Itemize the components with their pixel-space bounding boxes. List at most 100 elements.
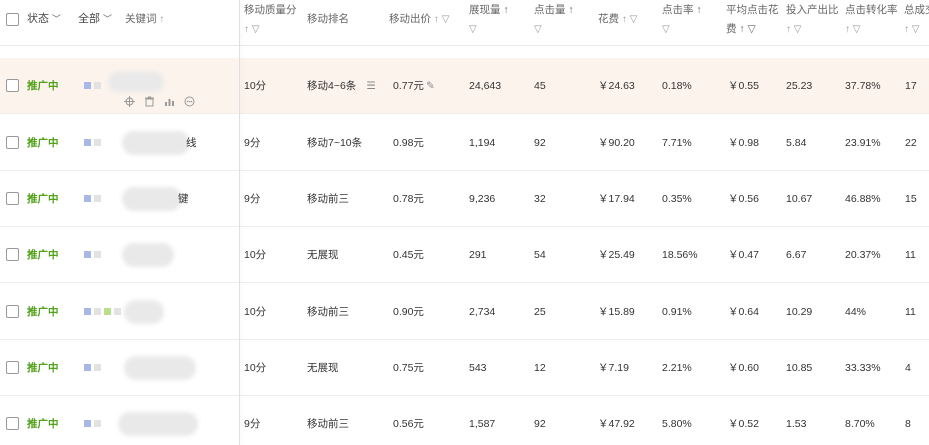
row-checkbox[interactable]	[6, 248, 19, 261]
row-checkbox[interactable]	[6, 361, 19, 374]
mobile-rank-value: 移动4~6条	[307, 80, 357, 92]
sort-up-icon: ↑	[156, 14, 165, 25]
ctr: 0.18%	[662, 80, 692, 92]
sort-filter-icons[interactable]: ↑ ▽	[244, 22, 297, 37]
avg-cpc: ￥0.47	[728, 249, 759, 261]
mobile-bid[interactable]: 0.78元	[393, 171, 424, 227]
conversion-rate-header[interactable]: 点击转化率 ↑ ▽	[845, 3, 898, 37]
sort-filter-icons[interactable]: ↑ ▽	[845, 22, 898, 37]
total-deals: 8	[905, 418, 911, 430]
status-filter-dropdown[interactable]: 状态 ﹀	[27, 12, 61, 27]
avg-cpc: ￥0.52	[728, 418, 759, 430]
total-deals: 4	[905, 362, 911, 374]
clicks: 32	[534, 193, 546, 205]
table-row[interactable]: 推广中 线 9分 移动7~10条 0.98元 1,194 92 ￥90.20 7…	[0, 115, 929, 171]
more-icon[interactable]	[184, 96, 195, 107]
roi: 6.67	[786, 249, 807, 261]
cost: ￥47.92	[598, 418, 635, 430]
frozen-column-divider	[239, 0, 240, 445]
cost: ￥25.49	[598, 249, 635, 261]
mobile-bid[interactable]: 0.90元	[393, 284, 424, 340]
roi-header[interactable]: 投入产出比 ↑ ▽	[786, 3, 839, 37]
ctr: 2.21%	[662, 362, 692, 374]
impressions: 9,236	[469, 193, 496, 205]
list-icon[interactable]: ☰	[366, 80, 375, 92]
avg-cpc: ￥0.98	[728, 137, 759, 149]
quality-score: 9分	[244, 193, 261, 205]
sort-filter-icons[interactable]: ↑ ▽	[434, 14, 449, 25]
table-row[interactable]: 推广中 10分 移动4~6条 ☰ 0.77元 ✎ 24,643 45 ￥24.63 …	[0, 58, 929, 114]
table-row[interactable]: 推广中 9分 移动前三 0.56元 1,587 92 ￥47.92 5.80% …	[0, 396, 929, 445]
keyword-text-redacted	[108, 72, 164, 92]
row-checkbox[interactable]	[6, 136, 19, 149]
header-label: 点击转化率	[845, 4, 898, 16]
avg-cpc: ￥0.60	[728, 362, 759, 374]
conversion-rate: 23.91%	[845, 137, 881, 149]
tag-marker	[84, 195, 91, 202]
conversion-rate: 33.33%	[845, 362, 881, 374]
quality-score: 9分	[244, 418, 261, 430]
row-checkbox[interactable]	[6, 305, 19, 318]
impressions-header[interactable]: 展现量 ↑ ▽	[469, 3, 509, 37]
mobile-bid[interactable]: 0.98元	[393, 115, 424, 171]
keyword-text-redacted	[124, 356, 196, 380]
mobile-bid[interactable]: 0.45元	[393, 227, 424, 283]
mobile-rank: 移动前三	[307, 418, 349, 430]
all-filter-dropdown[interactable]: 全部 ﹀	[78, 12, 112, 27]
filter-icon[interactable]: ▽	[469, 22, 509, 37]
mobile-bid-header[interactable]: 移动出价 ↑ ▽	[389, 12, 449, 27]
total-deals-header[interactable]: 总成交 ↑ ▽	[904, 3, 929, 37]
status-filter-label: 状态	[27, 13, 49, 25]
quality-score: 9分	[244, 137, 261, 149]
row-checkbox[interactable]	[6, 192, 19, 205]
roi: 10.67	[786, 193, 813, 205]
sort-filter-icons[interactable]: ↑ ▽	[786, 22, 839, 37]
impressions: 1,587	[469, 418, 496, 430]
target-icon[interactable]	[124, 96, 135, 107]
clicks-header[interactable]: 点击量 ↑ ▽	[534, 3, 574, 37]
header-label: 点击率 ↑	[662, 4, 702, 16]
quality-score: 10分	[244, 362, 267, 374]
ctr: 5.80%	[662, 418, 692, 430]
quality-score: 10分	[244, 249, 267, 261]
table-header: 状态 ﹀ 全部 ﹀ 关键词 ↑ 移动质量分 ↑ ▽ 移动排名 移动出价 ↑ ▽ 展现…	[0, 0, 929, 46]
sort-filter-icons[interactable]: ↑ ▽	[622, 14, 637, 25]
total-deals: 11	[905, 306, 916, 318]
table-row[interactable]: 推广中 键 9分 移动前三 0.78元 9,236 32 ￥17.94 0.35…	[0, 171, 929, 227]
keyword-column-header[interactable]: 关键词 ↑	[125, 12, 164, 27]
trash-icon[interactable]	[144, 96, 155, 107]
mobile-bid[interactable]: 0.56元	[393, 396, 424, 445]
table-row[interactable]: 推广中 10分 无展现 0.75元 543 12 ￥7.19 2.21% ￥0.…	[0, 340, 929, 396]
tag-marker	[84, 420, 91, 427]
header-label: 平均点击花	[726, 4, 779, 16]
select-all-checkbox[interactable]	[6, 13, 19, 26]
header-label: 移动出价	[389, 13, 431, 25]
ctr: 0.91%	[662, 306, 692, 318]
avg-cpc-header[interactable]: 平均点击花 费 ↑ ▽	[726, 3, 779, 37]
filter-icon[interactable]: ▽	[534, 22, 574, 37]
tag-marker	[84, 139, 91, 146]
mobile-bid[interactable]: 0.75元	[393, 340, 424, 396]
header-label-continued[interactable]: 费 ↑ ▽	[726, 22, 779, 37]
quality-score-header[interactable]: 移动质量分 ↑ ▽	[244, 3, 297, 37]
ctr-header[interactable]: 点击率 ↑ ▽	[662, 3, 702, 37]
tag-marker	[94, 308, 101, 315]
status-badge: 推广中	[27, 362, 59, 374]
filter-icon[interactable]: ▽	[662, 22, 702, 37]
tag-marker	[94, 195, 101, 202]
ctr: 18.56%	[662, 249, 698, 261]
mobile-bid[interactable]: 0.77元 ✎	[393, 58, 435, 114]
keyword-tags	[84, 82, 101, 89]
keyword-text-redacted	[118, 412, 198, 436]
row-checkbox[interactable]	[6, 79, 19, 92]
row-checkbox[interactable]	[6, 417, 19, 430]
cost-header[interactable]: 花费 ↑ ▽	[598, 12, 637, 27]
table-row[interactable]: 推广中 10分 无展现 0.45元 291 54 ￥25.49 18.56% ￥…	[0, 227, 929, 283]
header-label: 投入产出比	[786, 4, 839, 16]
sort-filter-icons[interactable]: ↑ ▽	[904, 22, 929, 37]
conversion-rate: 8.70%	[845, 418, 875, 430]
status-badge: 推广中	[27, 193, 59, 205]
bar-chart-icon[interactable]	[164, 96, 175, 107]
edit-pencil-icon[interactable]: ✎	[426, 58, 435, 114]
table-row[interactable]: 推广中 10分 移动前三 0.90元 2,734 25 ￥15.89 0.91%…	[0, 284, 929, 340]
